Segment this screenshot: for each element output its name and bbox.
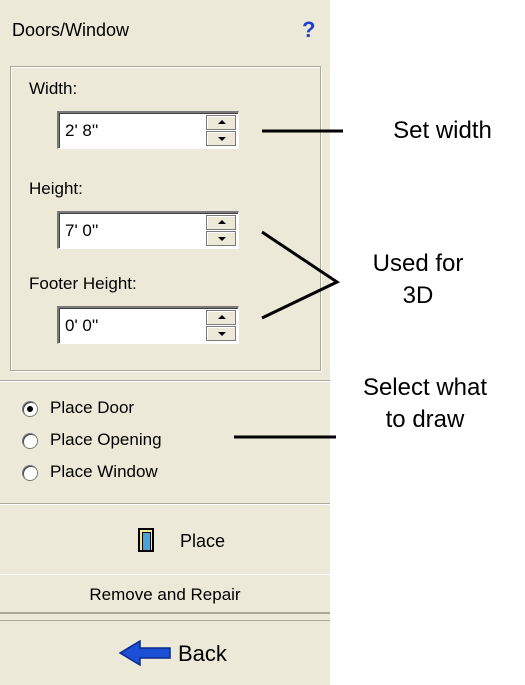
set-width-text: Set width bbox=[393, 117, 492, 144]
to-draw-text: to draw bbox=[385, 406, 465, 433]
used-for-text: Used for bbox=[372, 250, 464, 277]
used-for-3d-annotation: Used for 3D bbox=[338, 248, 498, 312]
3d-text: 3D bbox=[402, 282, 434, 309]
used-for-3d-bracket bbox=[261, 230, 341, 320]
set-width-annotation: Set width bbox=[360, 115, 525, 147]
select-what-text: Select what bbox=[362, 374, 488, 401]
annotation-lines bbox=[234, 129, 343, 439]
select-what-annotation: Select what to draw bbox=[335, 372, 515, 436]
